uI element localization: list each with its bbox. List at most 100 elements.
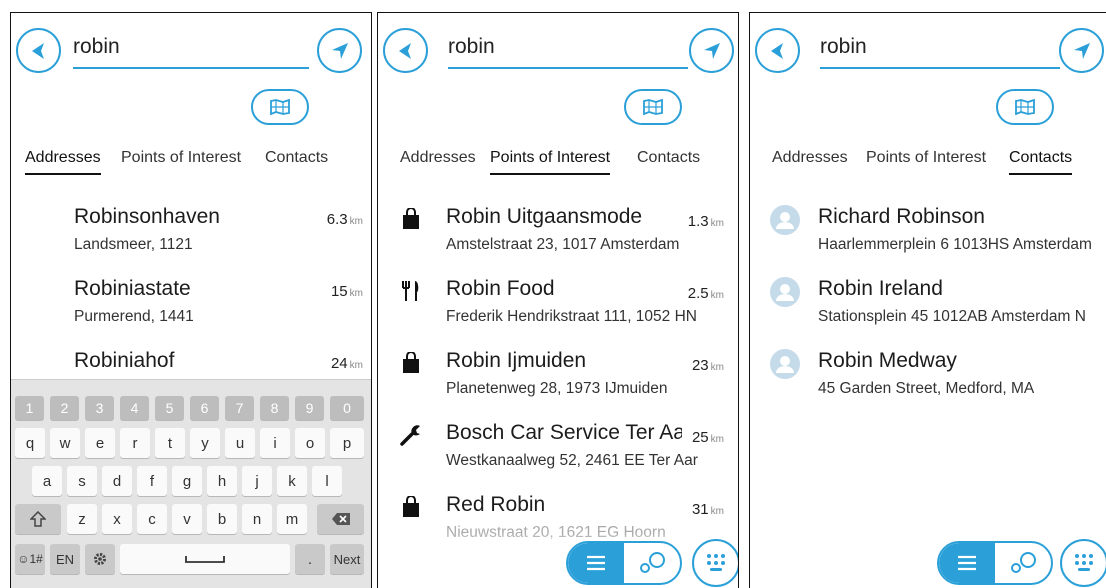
key[interactable]: k [277, 466, 307, 496]
list-item[interactable]: Robin Uitgaansmode Amstelstraat 23, 1017… [378, 205, 738, 277]
key[interactable]: u [225, 428, 255, 458]
tab-addresses[interactable]: Addresses [25, 149, 101, 175]
key[interactable]: b [207, 504, 237, 534]
key[interactable]: j [242, 466, 272, 496]
map-view-button[interactable] [624, 543, 680, 583]
period-key[interactable]: . [295, 544, 325, 574]
back-button[interactable] [755, 28, 800, 73]
key[interactable]: y [190, 428, 220, 458]
tab-contacts[interactable]: Contacts [637, 149, 700, 173]
key[interactable]: t [155, 428, 185, 458]
back-button[interactable] [383, 28, 428, 73]
list-view-button[interactable] [939, 543, 995, 583]
key[interactable]: h [207, 466, 237, 496]
key[interactable]: 9 [295, 396, 324, 420]
key[interactable]: l [312, 466, 342, 496]
map-view-button[interactable] [995, 543, 1051, 583]
on-screen-keyboard: 1 2 3 4 5 6 7 8 9 0 q w e r t y u i o p … [11, 379, 371, 588]
key[interactable]: 2 [50, 396, 79, 420]
contact-icon [770, 349, 800, 379]
navigate-button[interactable] [1059, 28, 1104, 73]
backspace-icon [331, 513, 350, 525]
symbols-key[interactable]: ☺1# [15, 544, 45, 574]
key[interactable]: 4 [120, 396, 149, 420]
map-icon [270, 99, 290, 115]
search-input[interactable]: robin [73, 33, 309, 69]
key[interactable]: 6 [190, 396, 219, 420]
key[interactable]: r [120, 428, 150, 458]
list-item[interactable]: Robinsonhaven Landsmeer, 1121 6.3 km [11, 205, 371, 277]
tab-points-of-interest[interactable]: Points of Interest [490, 149, 611, 175]
tab-addresses[interactable]: Addresses [772, 149, 848, 173]
key[interactable]: e [85, 428, 115, 458]
key[interactable]: 5 [155, 396, 184, 420]
backspace-key[interactable] [317, 504, 364, 534]
result-name: Robin Uitgaansmode [446, 205, 643, 228]
tab-points-of-interest[interactable]: Points of Interest [866, 149, 986, 173]
list-item[interactable]: Robin Ijmuiden Planetenweg 28, 1973 IJmu… [378, 349, 738, 421]
list-item[interactable]: Red Robin Nieuwstraat 20, 1621 EG Hoorn … [378, 493, 738, 565]
key[interactable]: g [172, 466, 202, 496]
key[interactable]: o [295, 428, 325, 458]
tab-points-of-interest[interactable]: Points of Interest [121, 149, 241, 173]
next-key[interactable]: Next [330, 544, 364, 574]
key[interactable]: x [102, 504, 132, 534]
list-view-button[interactable] [568, 543, 624, 583]
key[interactable]: q [15, 428, 45, 458]
list-item[interactable]: Robiniastate Purmerend, 1441 15 km [11, 277, 371, 349]
key[interactable]: 7 [225, 396, 254, 420]
key[interactable]: 1 [15, 396, 44, 420]
key[interactable]: 3 [85, 396, 114, 420]
key[interactable]: w [50, 428, 80, 458]
map-button[interactable] [996, 89, 1054, 125]
keyboard-icon [707, 554, 725, 571]
tab-addresses[interactable]: Addresses [400, 149, 476, 173]
list-item[interactable]: Robin Ireland Stationsplein 45 1012AB Am… [750, 277, 1106, 349]
key[interactable]: 0 [330, 396, 364, 420]
key[interactable]: m [277, 504, 307, 534]
key[interactable]: s [67, 466, 97, 496]
key[interactable]: z [67, 504, 97, 534]
map-button[interactable] [624, 89, 682, 125]
key[interactable]: n [242, 504, 272, 534]
result-distance: 31 km [691, 501, 724, 518]
shift-key[interactable] [15, 504, 61, 534]
key[interactable]: d [102, 466, 132, 496]
result-name: Richard Robinson [818, 205, 985, 228]
tab-contacts[interactable]: Contacts [265, 149, 328, 173]
settings-key[interactable] [85, 544, 115, 574]
list-item[interactable]: Richard Robinson Haarlemmerplein 6 1013H… [750, 205, 1106, 277]
key[interactable]: c [137, 504, 167, 534]
navigate-button[interactable] [689, 28, 734, 73]
view-toggle[interactable] [937, 541, 1053, 585]
result-distance: 25 km [691, 429, 724, 446]
key[interactable]: v [172, 504, 202, 534]
search-input[interactable]: robin [448, 33, 688, 69]
search-input[interactable]: robin [820, 33, 1060, 69]
back-button[interactable] [16, 28, 61, 73]
result-address: Landsmeer, 1121 [74, 236, 193, 253]
list-item[interactable]: Robin Medway 45 Garden Street, Medford, … [750, 349, 1106, 421]
show-keyboard-button[interactable] [692, 539, 738, 587]
list-item[interactable]: Bosch Car Service Ter Aar Westkanaalweg … [378, 421, 738, 493]
result-distance: 24 km [330, 355, 363, 372]
navigate-button[interactable] [317, 28, 362, 73]
view-toggle[interactable] [566, 541, 682, 585]
key[interactable]: f [137, 466, 167, 496]
tab-contacts[interactable]: Contacts [1009, 149, 1073, 175]
key[interactable]: i [260, 428, 290, 458]
map-icon [643, 99, 663, 115]
map-button[interactable] [251, 89, 309, 125]
key[interactable]: a [32, 466, 62, 496]
show-keyboard-button[interactable] [1060, 539, 1106, 587]
back-arrow-icon [31, 42, 44, 59]
space-key[interactable] [120, 544, 290, 574]
list-item[interactable]: Robin Food Frederik Hendrikstraat 111, 1… [378, 277, 738, 349]
result-name: Red Robin [446, 493, 546, 516]
key[interactable]: p [330, 428, 364, 458]
result-name: Robiniastate [74, 277, 191, 300]
result-distance: 15 km [330, 283, 363, 300]
key[interactable]: 8 [260, 396, 289, 420]
result-address: Planetenweg 28, 1973 IJmuiden [446, 380, 668, 397]
language-key[interactable]: EN [50, 544, 80, 574]
